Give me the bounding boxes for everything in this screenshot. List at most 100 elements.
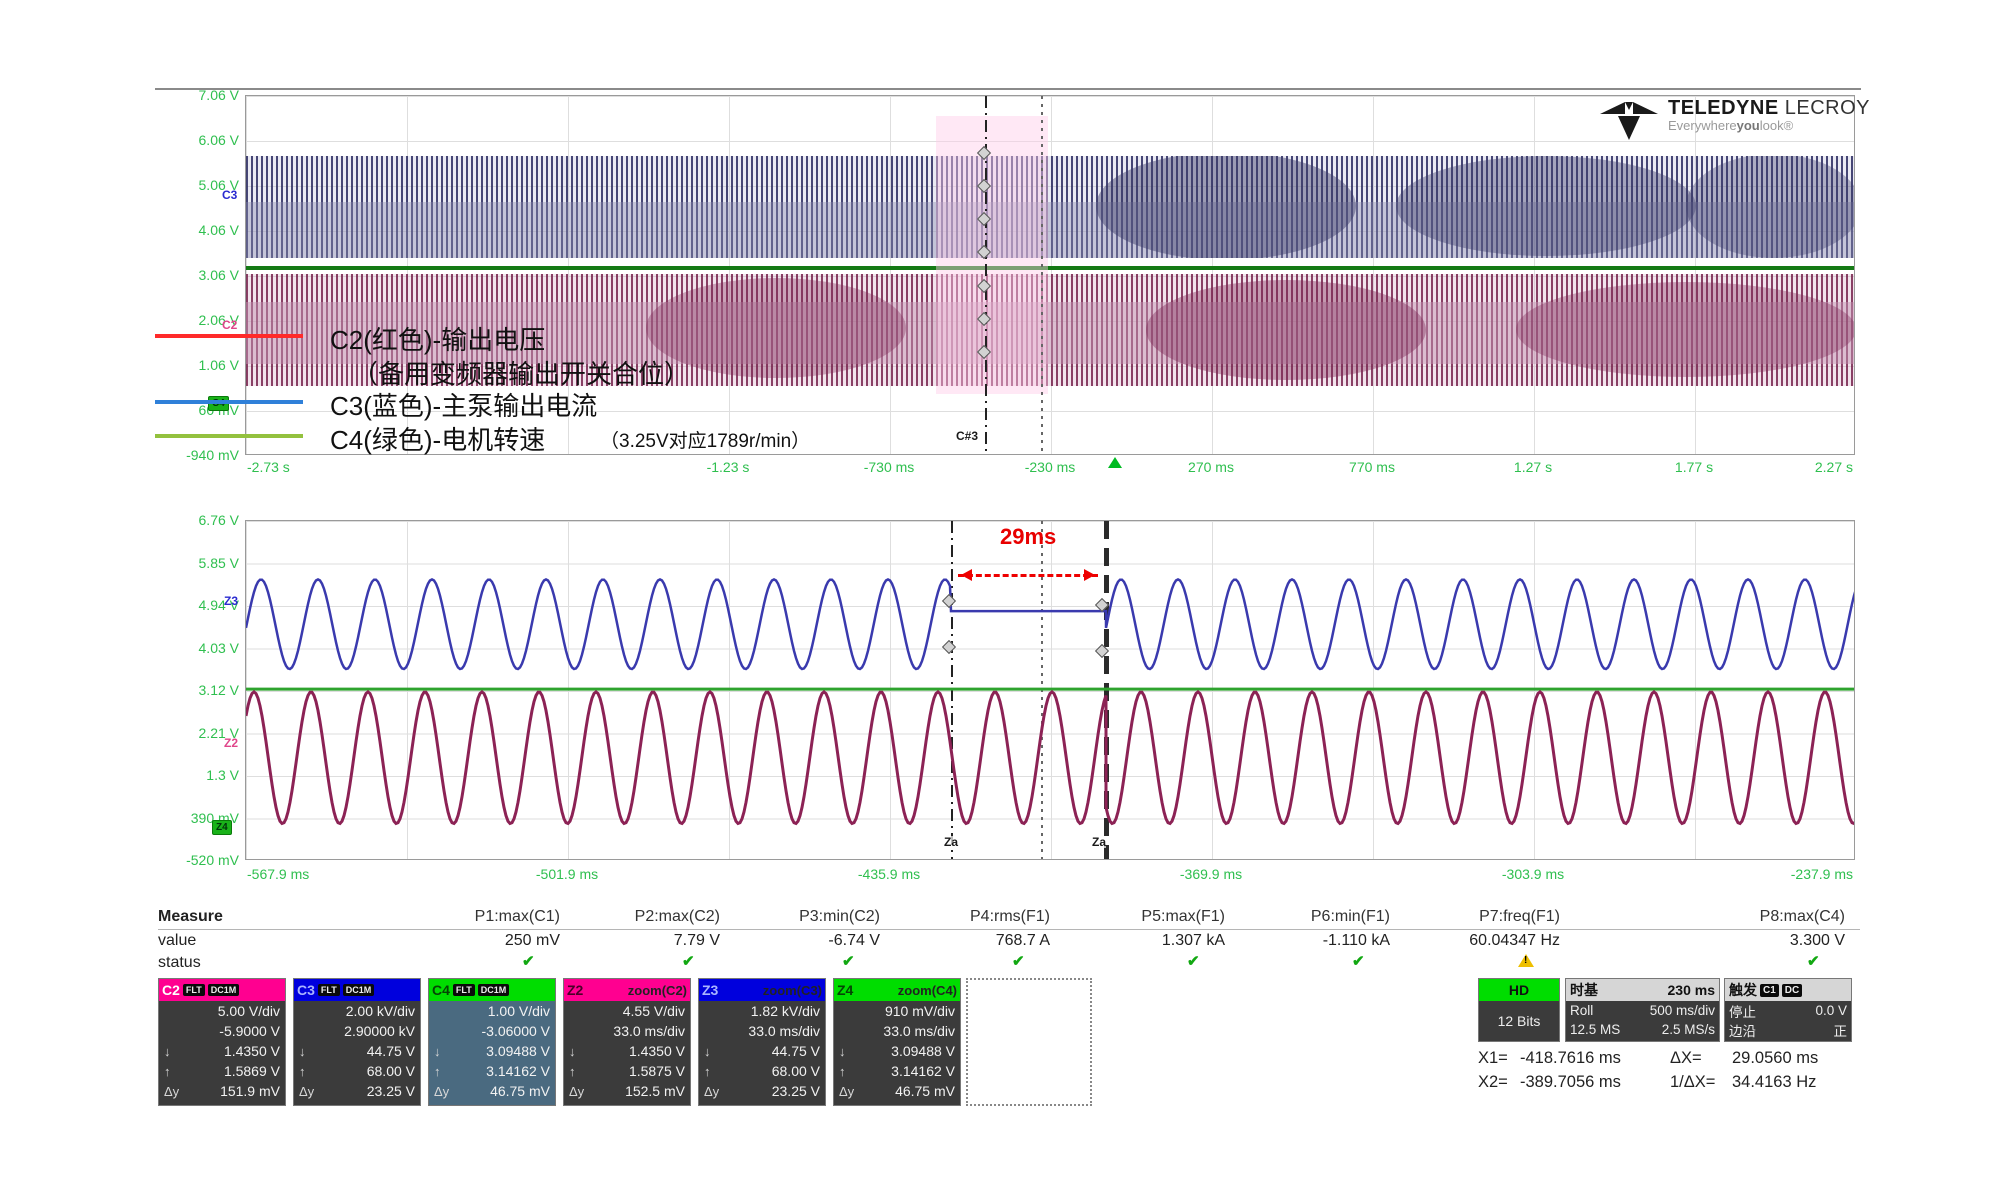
descriptor-row-value: 68.00 V (367, 1063, 415, 1079)
descriptor-row: Δy152.5 mV (564, 1081, 690, 1101)
c2-offset-tag: C2 (222, 318, 237, 332)
y-tick: 5.85 V (199, 555, 239, 571)
descriptor-row-glyph: ↑ (299, 1064, 306, 1079)
descriptor-row: ↓1.4350 V (564, 1041, 690, 1061)
x-tick: -2.73 s (247, 459, 290, 475)
measure-header: P8:max(C4) (1760, 908, 1845, 926)
measure-value: 768.7 A (996, 932, 1050, 950)
descriptor-row: ↑ 3.14162 V (834, 1061, 960, 1081)
legend-c2-label: C2(红色)-输出电压 (330, 320, 545, 357)
legend-c3-line (155, 400, 303, 404)
x2-label: X2= (1478, 1073, 1520, 1092)
x-tick: 1.27 s (1514, 459, 1552, 475)
descriptor-row: ↑1.5875 V (564, 1061, 690, 1081)
y-tick: 7.06 V (199, 87, 239, 103)
measure-value: 250 mV (505, 932, 560, 950)
descriptor-row-glyph: ↑ (569, 1064, 576, 1079)
x-tick: -303.9 ms (1502, 866, 1564, 882)
descriptor-row-value: 46.75 mV (895, 1083, 955, 1099)
status-ok-icon: ✔ (1187, 952, 1200, 970)
descriptor-row-glyph: Δy (299, 1084, 314, 1099)
x-tick: -567.9 ms (247, 866, 309, 882)
c4-trace (246, 266, 1855, 270)
descriptor-chip: FLT (453, 984, 475, 997)
trigger-delay-marker-icon[interactable] (1108, 457, 1122, 468)
legend-c4-note: （3.25V对应1789r/min） (600, 426, 810, 453)
delta-time-arrow (958, 574, 1098, 577)
measure-header: P2:max(C2) (635, 908, 720, 926)
descriptor-header: Z2zoom(C2) (564, 979, 690, 1001)
z3-trace (246, 579, 1855, 669)
descriptor-chip: DC1M (208, 984, 240, 997)
descriptor-row: Δy23.25 V (294, 1081, 420, 1101)
measure-value: 7.79 V (674, 932, 720, 950)
descriptor-row-glyph: ↓ (164, 1044, 171, 1059)
descriptor-chip: FLT (183, 984, 205, 997)
descriptor-box-c3[interactable]: C3FLTDC1M2.00 kV/div2.90000 kV↓44.75 V↑6… (293, 978, 421, 1106)
descriptor-row-glyph: Δy (434, 1084, 449, 1099)
x-tick: 770 ms (1349, 459, 1395, 475)
timebase-rate: 2.5 MS/s (1662, 1022, 1715, 1037)
status-ok-icon: ✔ (842, 952, 855, 970)
inv-dx-value: 34.4163 Hz (1732, 1073, 1816, 1092)
descriptor-id: C3 (297, 982, 315, 998)
descriptor-box-z2[interactable]: Z2zoom(C2)4.55 V/div33.0 ms/div↓1.4350 V… (563, 978, 691, 1106)
measure-header: P6:min(F1) (1311, 908, 1390, 926)
descriptor-box-c2[interactable]: C2FLTDC1M5.00 V/div-5.9000 V↓1.4350 V↑1.… (158, 978, 286, 1106)
cursor-readout: X1= -418.7616 ms ΔX= 29.0560 ms X2= -389… (1478, 1046, 1818, 1094)
trigger-box[interactable]: 触发 C1 DC 停止0.0 V 边沿正 (1724, 978, 1852, 1042)
descriptor-row: ↓1.4350 V (159, 1041, 285, 1061)
descriptor-row: 910 mV/div (834, 1001, 960, 1021)
descriptor-row-glyph: ↑ (704, 1064, 711, 1079)
descriptor-row: Δy151.9 mV (159, 1081, 285, 1101)
descriptor-row: 2.00 kV/div (294, 1001, 420, 1021)
empty-descriptor-slot[interactable] (966, 978, 1092, 1106)
measure-value: -1.110 kA (1323, 932, 1390, 950)
descriptor-row: 4.55 V/div (564, 1001, 690, 1021)
descriptor-row-value: 68.00 V (772, 1063, 820, 1079)
descriptor-row-value: 151.9 mV (220, 1083, 280, 1099)
x-tick: -730 ms (864, 459, 915, 475)
x1-label: X1= (1478, 1049, 1520, 1068)
descriptor-row: ↓3.09488 V (834, 1041, 960, 1061)
descriptor-row: 33.0 ms/div (564, 1021, 690, 1041)
zoom-cursor-x2-flag[interactable]: Za (1092, 836, 1106, 848)
trigger-source-chip: C1 (1760, 984, 1779, 997)
descriptor-row: 1.82 kV/div (699, 1001, 825, 1021)
descriptor-id: C2 (162, 982, 180, 998)
oscilloscope-screenshot: 7.06 V6.06 V5.06 V4.06 V3.06 V2.06 V1.06… (0, 0, 2000, 1182)
hd-mode-box[interactable]: HD 12 Bits (1478, 978, 1560, 1042)
c3-offset-tag: C3 (222, 188, 237, 202)
z4-offset-badge: Z4 (212, 820, 232, 835)
zoom-waveforms (246, 521, 1855, 860)
main-trigger-position-line (1041, 96, 1043, 454)
zoom-region-highlight[interactable] (936, 116, 1048, 394)
descriptor-box-c4[interactable]: C4FLTDC1M1.00 V/div-3.06000 V↓3.09488 V↑… (428, 978, 556, 1106)
descriptor-chip: DC1M (343, 984, 375, 997)
descriptor-row-value: 2.00 kV/div (346, 1003, 415, 1019)
descriptor-row-value: 3.14162 V (891, 1063, 955, 1079)
tagline-pre: Everywhere (1668, 118, 1737, 133)
measure-table: Measure value status P1:max(C1)P2:max(C2… (158, 908, 1860, 974)
descriptor-box-z4[interactable]: Z4zoom(C4)910 mV/div33.0 ms/div↓3.09488 … (833, 978, 961, 1106)
y-tick: 3.06 V (199, 267, 239, 283)
timebase-box[interactable]: 时基230 ms Roll500 ms/div 12.5 MS2.5 MS/s (1565, 978, 1720, 1042)
trigger-level: 0.0 V (1815, 1003, 1847, 1018)
descriptor-row: -5.9000 V (159, 1021, 285, 1041)
hd-bits: 12 Bits (1479, 1001, 1559, 1041)
descriptor-chip: DC1M (478, 984, 510, 997)
descriptor-row-value: 1.5869 V (224, 1063, 280, 1079)
descriptor-id: C4 (432, 982, 450, 998)
descriptor-row-glyph: ↑ (839, 1064, 846, 1079)
descriptor-box-z3[interactable]: Z3zoom(C3)1.82 kV/div33.0 ms/div↓44.75 V… (698, 978, 826, 1106)
descriptor-row-glyph: ↓ (299, 1044, 306, 1059)
measure-title: Measure (158, 908, 223, 926)
descriptor-row-value: 5.00 V/div (218, 1003, 280, 1019)
descriptor-zoom-label: zoom(C3) (763, 983, 822, 998)
descriptor-zoom-label: zoom(C4) (898, 983, 957, 998)
dx-label: ΔX= (1670, 1049, 1732, 1068)
z2-trace (246, 692, 1855, 824)
main-cursor-flag[interactable]: C#3 (956, 430, 978, 442)
zoom-cursor-x1-flag[interactable]: Za (944, 836, 958, 848)
descriptor-row-value: 44.75 V (772, 1043, 820, 1059)
